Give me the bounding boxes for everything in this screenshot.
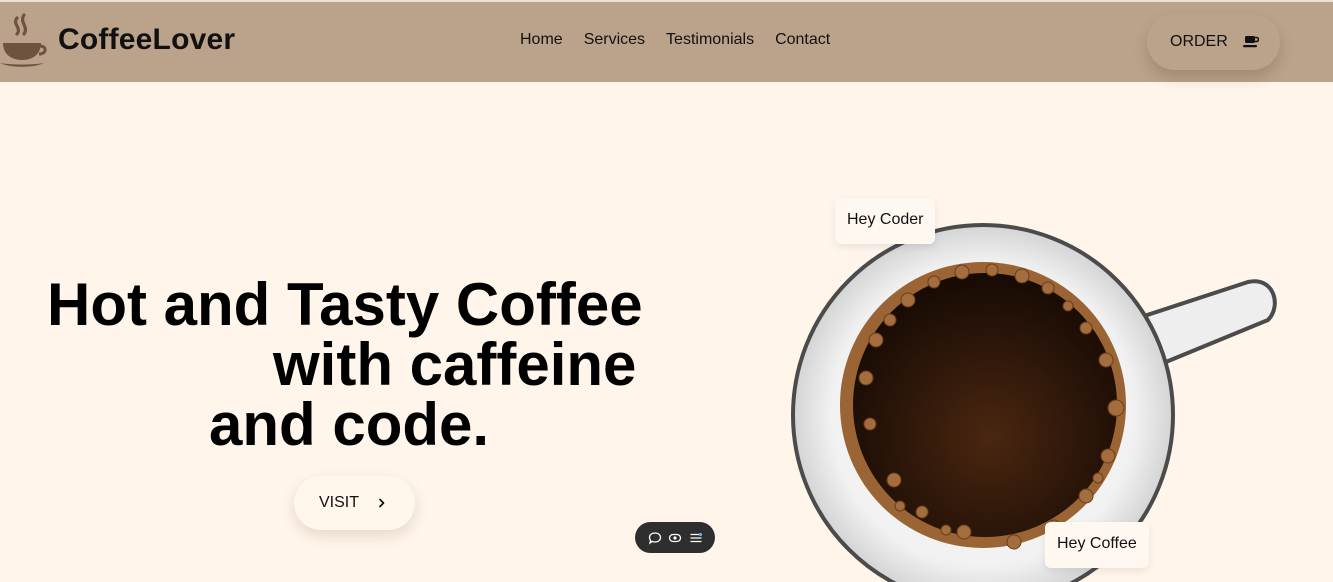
navbar: CoffeeLover Home Services Testimonials C… [0,0,1333,82]
nav-link-home[interactable]: Home [520,31,563,49]
coffee-cup-steam-icon [0,13,47,67]
coffee-mug-icon [1242,36,1259,48]
comment-icon[interactable] [648,531,662,545]
visit-button[interactable]: VISIT [294,476,415,530]
nav-link-testimonials[interactable]: Testimonials [666,31,754,49]
brand[interactable]: CoffeeLover [0,12,235,68]
coffee-cup-illustration [791,223,1277,582]
hero-title-line-2: with caffeine [273,331,637,398]
hey-coder-bubble: Hey Coder [835,198,936,244]
settings-list-icon[interactable] [689,531,703,545]
eye-icon[interactable] [668,531,682,545]
chevron-right-icon [379,498,385,508]
brand-name: CoffeeLover [58,23,236,56]
hero-title-line-1: Hot and Tasty Coffee [47,271,643,338]
nav-link-contact[interactable]: Contact [775,31,830,49]
nav-links: Home Services Testimonials Contact [520,31,830,49]
nav-link-services[interactable]: Services [584,31,645,49]
order-button-label: ORDER [1170,33,1228,50]
dev-toolbar [635,522,715,553]
coffee-surface [853,273,1117,537]
order-button[interactable]: ORDER [1147,14,1280,70]
visit-button-label: VISIT [319,494,360,511]
hey-coffee-bubble: Hey Coffee [1045,522,1149,568]
hero-title-line-3: and code. [209,391,490,458]
navbar-top-border [0,0,1333,2]
